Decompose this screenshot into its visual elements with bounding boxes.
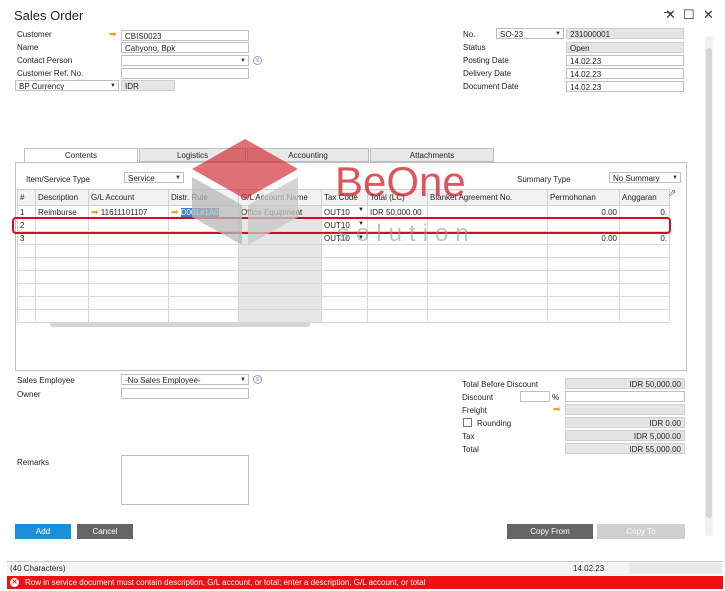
tax-dropdown-arrow-icon[interactable]: ▼ xyxy=(358,207,364,213)
document-date-field[interactable]: 14.02.23 xyxy=(566,81,684,92)
owner-field[interactable] xyxy=(121,388,249,399)
error-icon: ✕ xyxy=(10,578,19,587)
vertical-scrollbar[interactable] xyxy=(705,36,713,536)
add-button[interactable]: Add xyxy=(15,524,71,539)
rounding-field: IDR 0.00 xyxy=(565,417,685,428)
discount-value-field[interactable] xyxy=(565,391,685,402)
customer-ref-label: Customer Ref. No. xyxy=(17,69,84,78)
distr-link-arrow-icon[interactable]: ➡ xyxy=(171,207,179,217)
name-label: Name xyxy=(17,43,39,52)
customer-field[interactable]: CBIS0023 xyxy=(121,30,249,41)
column-header[interactable]: # xyxy=(17,189,36,206)
status-bar: (40 Characters) 14.02.23 xyxy=(7,561,723,575)
number-label: No. xyxy=(463,30,476,39)
table-row[interactable] xyxy=(17,309,670,323)
window-title: Sales Order xyxy=(14,8,84,23)
scrollbar-thumb[interactable] xyxy=(706,48,712,518)
total-before-discount-field: IDR 50,000.00 xyxy=(565,378,685,389)
percent-sign: % xyxy=(552,393,560,402)
info-icon[interactable]: ≡ xyxy=(253,56,262,65)
total-field: IDR 55,000.00 xyxy=(565,443,685,454)
customer-label: Customer xyxy=(17,30,52,39)
column-header[interactable]: Permohonan xyxy=(547,189,620,206)
error-bar: ✕ Row in service document must contain d… xyxy=(7,576,723,589)
document-lines-table: # Description G/L Account Distr. Rule G/… xyxy=(17,189,670,323)
sales-employee-label: Sales Employee xyxy=(17,376,75,385)
discount-label: Discount xyxy=(462,393,494,402)
table-row[interactable] xyxy=(17,296,670,310)
minimize-icon[interactable]: – xyxy=(664,4,671,19)
window-title-bar: Sales Order ✕ – ☐ ✕ xyxy=(0,0,725,28)
owner-label: Owner xyxy=(17,390,41,399)
horizontal-scrollbar[interactable] xyxy=(50,322,310,327)
delivery-date-field[interactable]: 14.02.23 xyxy=(566,68,684,79)
gl-account-value: 11611101107 xyxy=(100,207,148,217)
copy-to-button: Copy To xyxy=(597,524,685,539)
cancel-button[interactable]: Cancel xyxy=(77,524,133,539)
total-label: Total xyxy=(462,445,479,454)
rounding-label: Rounding xyxy=(477,419,512,428)
tax-label: Tax xyxy=(462,432,475,441)
posting-date-field[interactable]: 14.02.23 xyxy=(566,55,684,66)
copy-from-button[interactable]: Copy From xyxy=(507,524,593,539)
status-field xyxy=(629,563,721,573)
contact-person-label: Contact Person xyxy=(17,56,73,65)
document-date-label: Document Date xyxy=(463,82,519,91)
column-header[interactable]: Description xyxy=(35,189,89,206)
summary-type-dropdown[interactable]: No Summary xyxy=(609,172,681,183)
close-icon[interactable]: ✕ xyxy=(703,7,714,23)
contact-person-dropdown[interactable] xyxy=(121,55,249,66)
watermark-logo xyxy=(190,137,300,247)
error-message: Row in service document must contain des… xyxy=(25,578,426,587)
total-before-discount-label: Total Before Discount xyxy=(462,380,539,389)
delivery-date-label: Delivery Date xyxy=(463,69,512,78)
info-icon[interactable]: ≡ xyxy=(253,375,262,384)
rounding-checkbox[interactable] xyxy=(463,418,472,427)
sales-employee-dropdown[interactable]: -No Sales Employee- xyxy=(121,374,249,385)
table-row[interactable] xyxy=(17,257,670,271)
table-row[interactable] xyxy=(17,283,670,297)
tab-contents[interactable]: Contents xyxy=(24,148,138,163)
watermark-sub: solution xyxy=(337,220,476,247)
summary-type-label: Summary Type xyxy=(517,175,571,184)
column-header[interactable]: G/L Account xyxy=(88,189,169,206)
remarks-label: Remarks xyxy=(17,458,50,467)
tax-field: IDR 5,000.00 xyxy=(565,430,685,441)
posting-date-label: Posting Date xyxy=(463,56,509,65)
gl-link-arrow-icon[interactable]: ➡ xyxy=(91,207,99,217)
item-type-dropdown[interactable]: Service xyxy=(124,172,184,183)
remarks-textarea[interactable] xyxy=(121,455,249,505)
column-header[interactable]: Anggaran xyxy=(619,189,670,206)
name-field[interactable]: Cahyono, Bpk xyxy=(121,42,249,53)
maximize-icon[interactable]: ☐ xyxy=(683,7,695,23)
series-dropdown[interactable]: SO-23 xyxy=(496,28,564,39)
freight-field xyxy=(565,404,685,415)
freight-arrow-icon[interactable]: ➡ xyxy=(553,404,561,415)
document-number-field: 231000001 xyxy=(566,28,684,39)
customer-ref-field[interactable] xyxy=(121,68,249,79)
character-count: (40 Characters) xyxy=(10,564,66,573)
customer-link-arrow-icon[interactable]: ➡ xyxy=(109,29,117,40)
status-field: Open xyxy=(566,42,684,53)
status-date: 14.02.23 xyxy=(573,564,605,573)
expand-icon[interactable]: ⇗ xyxy=(668,188,678,199)
table-row[interactable] xyxy=(17,270,670,284)
discount-percent-field[interactable] xyxy=(520,391,550,402)
status-label: Status xyxy=(463,43,486,52)
freight-label: Freight xyxy=(462,406,487,415)
currency-type-dropdown[interactable]: BP Currency xyxy=(15,80,119,91)
watermark-brand: BeOne xyxy=(335,158,466,205)
currency-field: IDR xyxy=(121,80,175,91)
item-type-label: Item/Service Type xyxy=(26,175,90,184)
